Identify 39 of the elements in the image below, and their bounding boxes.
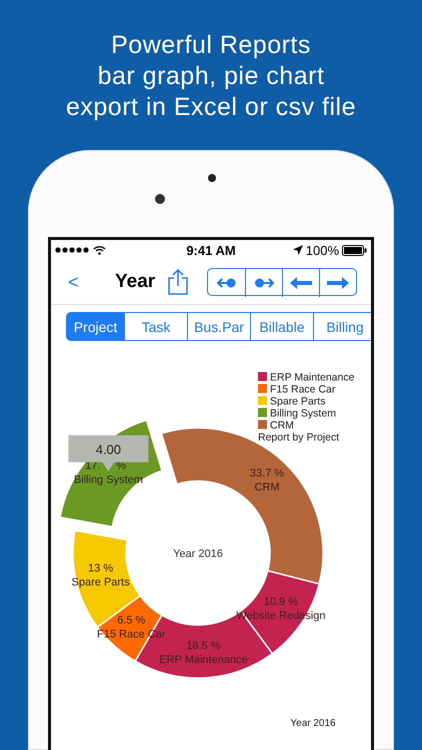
nav-title: Year [115,271,156,293]
tab[interactable]: Project [66,312,125,341]
tab[interactable]: Billable [251,312,314,341]
legend-label: CRM [270,420,294,432]
arrow-left-icon [290,277,312,289]
battery-icon [342,244,367,256]
dot-arrow-right-icon [254,278,274,288]
legend-label: Spare Parts [270,396,326,408]
camera-icon [155,194,165,204]
category-label: CRM [254,482,280,494]
signal-icon [55,247,89,253]
status-time: 9:41 AM [185,242,237,258]
value-label: 33.7 % [250,468,284,480]
legend-label: ERP Maintenance [270,372,354,384]
value-label: 10.9 % [264,596,298,608]
chart-footer: Year 2016 [290,718,336,729]
back-button[interactable]: < [68,272,90,292]
headline-text: Powerful Reports [110,30,312,61]
legend-label: Billing System [270,408,336,420]
value-label: 13 % [88,562,114,575]
legend-label: F15 Race Car [270,384,336,396]
battery-percent: 100% [306,242,339,258]
headline-text: bar graph, pie chart [96,61,326,92]
arrow-left-dot-icon [216,278,236,288]
category-label: Billing System [74,474,143,486]
category-label: ERP Maintenance [159,654,248,666]
value-label: 6.5 % [117,614,146,626]
sensor-icon [208,174,216,182]
value-label: 18.5 % [186,640,221,652]
headline-text: export in Excel or csv file [65,92,357,123]
center-label: Year 2016 [173,548,223,560]
share-icon[interactable] [168,269,188,295]
legend-title: Report by Project [258,432,340,444]
location-arrow-icon [292,245,303,255]
tab[interactable]: Billing [314,312,371,341]
tab[interactable]: Task [125,312,188,341]
tab[interactable]: Bus.Par [188,312,251,341]
arrow-right-icon [327,277,349,289]
wifi-icon [93,245,106,255]
